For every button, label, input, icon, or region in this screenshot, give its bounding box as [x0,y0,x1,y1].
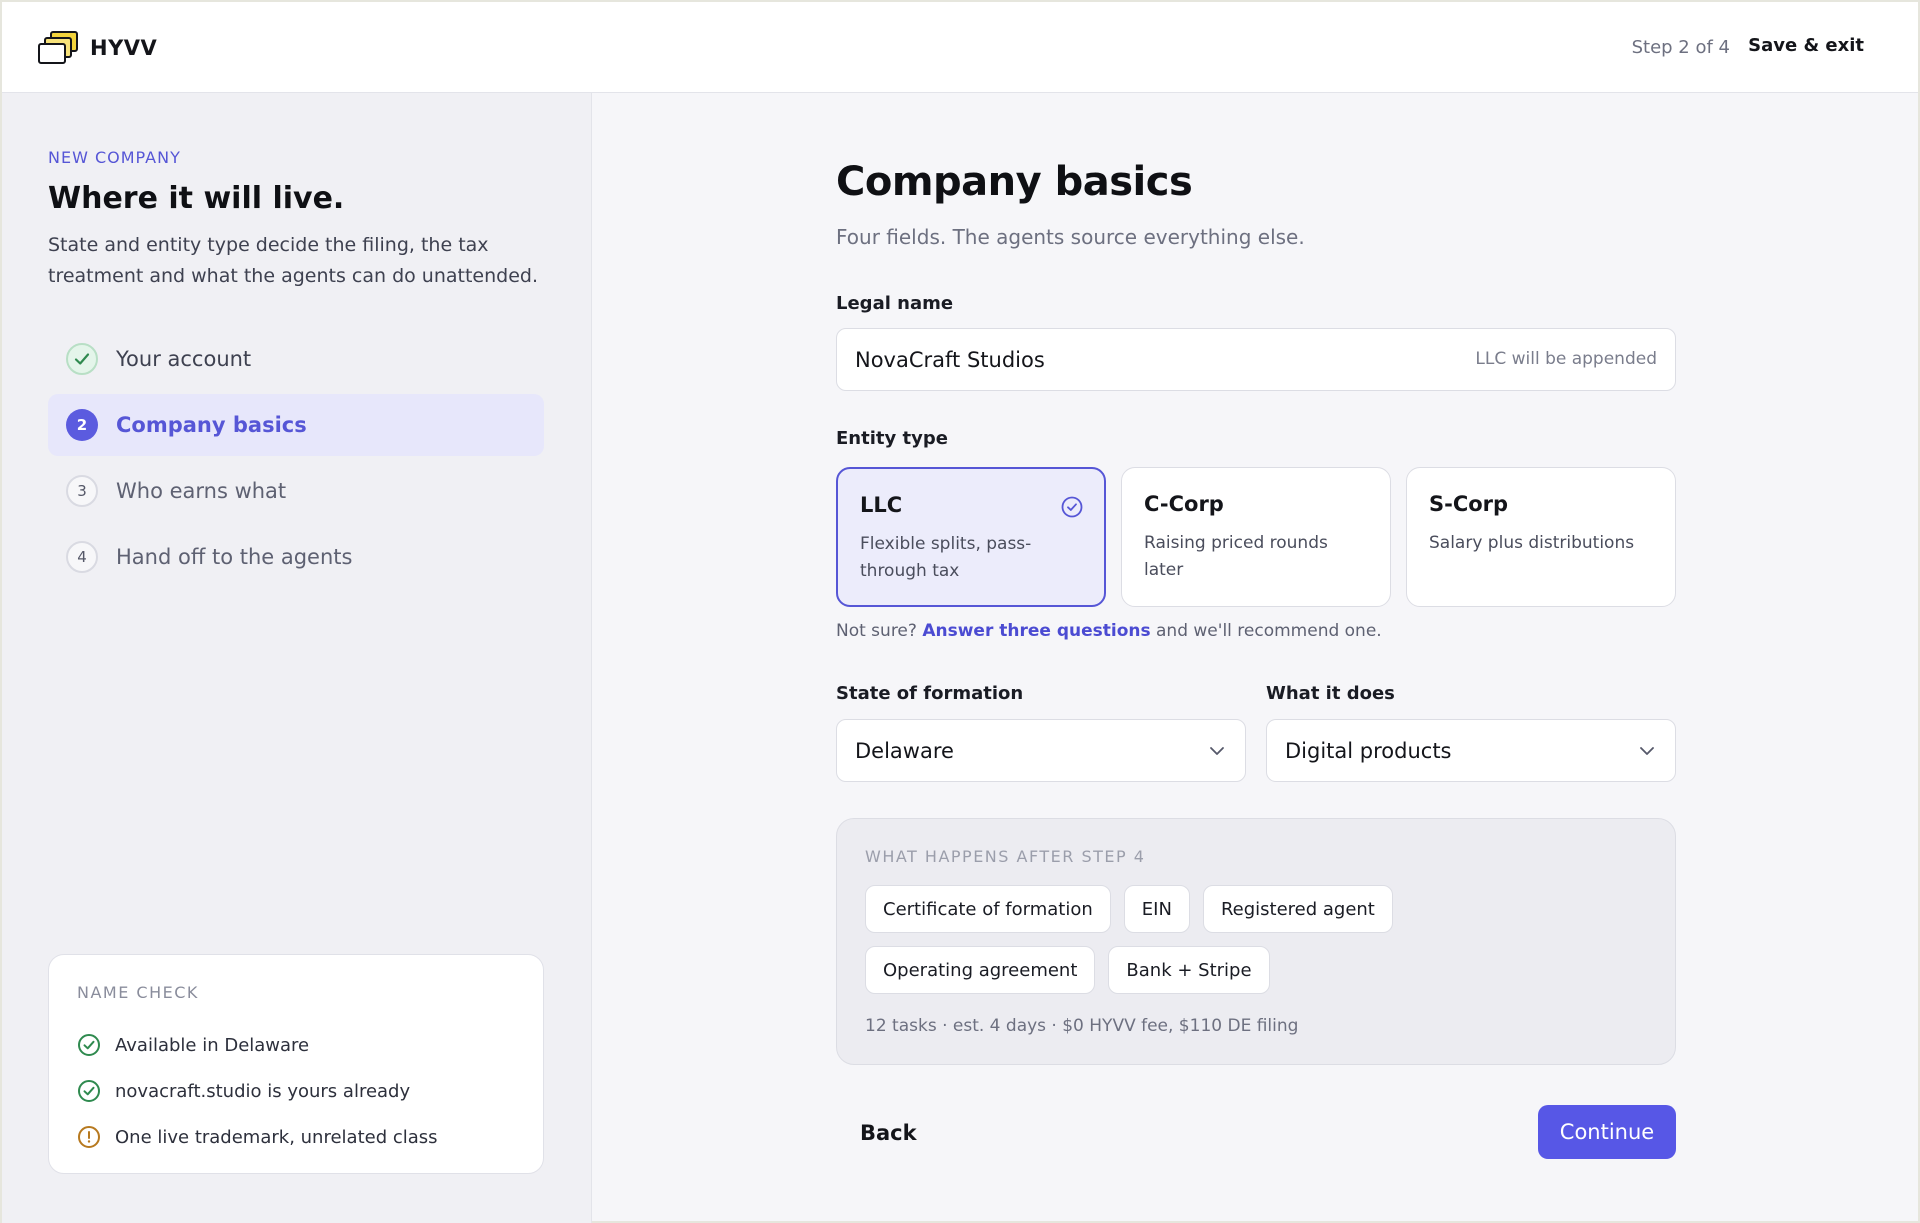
step-status-done [66,343,98,375]
chevron-down-icon [1640,747,1654,755]
check-circle-icon [78,1034,100,1056]
entity-option-name: LLC [860,493,903,517]
brand[interactable]: HYVV [38,30,157,66]
step-item-who-earns-what[interactable]: 3 Who earns what [48,460,544,522]
name-check-item: novacraft.studio is yours already [77,1068,515,1114]
deliverable-chips: Certificate of formation EIN Registered … [865,885,1625,994]
step-item-company-basics[interactable]: 2 Company basics [48,394,544,456]
step-label: Company basics [116,413,307,437]
state-select[interactable]: Delaware [836,719,1246,782]
back-button[interactable]: Back [860,1121,917,1145]
page-subtitle: Four fields. The agents source everythin… [836,225,1305,249]
state-label: State of formation [836,683,1024,704]
entity-option-name: C-Corp [1144,492,1224,516]
step-item-hand-off[interactable]: 4 Hand off to the agents [48,526,544,588]
step-list: Your account 2 Company basics 3 Who earn… [48,328,544,592]
entity-option-c-corp[interactable]: C-Corp Raising priced rounds later [1121,467,1391,607]
deliverable-chip: Operating agreement [865,946,1096,994]
deliverable-chip: Certificate of formation [865,885,1111,933]
name-check-text: One live trademark, unrelated class [115,1126,438,1148]
top-bar: HYVV Step 2 of 4 Save & exit [2,2,1918,93]
sidebar-kicker: NEW COMPANY [48,148,181,167]
page-title: Company basics [836,159,1193,205]
legal-name-input[interactable] [855,329,1455,390]
sidebar-description: State and entity type decide the filing,… [48,234,539,287]
entity-help-prefix: Not sure? [836,621,917,641]
what-it-does-label: What it does [1266,683,1395,704]
what-it-does-value: Digital products [1285,738,1452,763]
legal-name-field[interactable]: LLC will be appended [836,328,1676,391]
after-step-panel: WHAT HAPPENS AFTER STEP 4 Certificate of… [836,818,1676,1065]
after-step-summary: 12 tasks · est. 4 days · $0 HYVV fee, $1… [865,1016,1299,1036]
name-check-text: novacraft.studio is yours already [115,1080,411,1102]
name-check-panel: NAME CHECK Available in Delaware novacra… [48,954,544,1174]
continue-button[interactable]: Continue [1538,1105,1676,1159]
legal-name-hint: LLC will be appended [1475,349,1657,369]
entity-option-llc[interactable]: LLC Flexible splits, pass-through tax [836,467,1106,607]
app-window: HYVV Step 2 of 4 Save & exit NEW COMPANY… [0,0,1920,1223]
deliverable-chip: Registered agent [1202,885,1393,933]
name-check-text: Available in Delaware [115,1034,310,1056]
entity-option-name: S-Corp [1429,492,1509,516]
step-label: Hand off to the agents [116,545,353,569]
alert-circle-icon [78,1126,100,1148]
name-check-item: One live trademark, unrelated class [77,1114,515,1160]
entity-option-description: Flexible splits, pass-through tax [860,534,1032,581]
step-label: Who earns what [116,479,287,503]
entity-type-options: LLC Flexible splits, pass-through tax C-… [836,467,1676,607]
state-value: Delaware [855,738,954,763]
save-exit-button[interactable]: Save & exit [1748,35,1864,56]
chevron-down-icon [1210,747,1224,755]
step-number: 4 [66,541,98,573]
legal-name-label: Legal name [836,293,954,314]
what-it-does-select[interactable]: Digital products [1266,719,1676,782]
check-circle-icon [78,1080,100,1102]
after-step-title: WHAT HAPPENS AFTER STEP 4 [865,847,1146,866]
check-icon [74,353,90,365]
deliverable-chip: EIN [1123,885,1190,933]
step-label: Your account [116,347,252,371]
entity-option-s-corp[interactable]: S-Corp Salary plus distributions [1406,467,1676,607]
sidebar-title: Where it will live. [48,181,345,216]
name-check-item: Available in Delaware [77,1022,515,1068]
deliverable-chip: Bank + Stripe [1108,946,1270,994]
step-indicator: Step 2 of 4 [1631,37,1730,58]
name-check-title: NAME CHECK [77,983,199,1002]
selected-check-icon [1061,496,1083,518]
step-number: 3 [66,475,98,507]
entity-help-text: Not sure? Answer three questions and we'… [836,621,1382,641]
sidebar: NEW COMPANY Where it will live. State an… [2,93,592,1223]
step-number: 2 [66,409,98,441]
brand-name: HYVV [90,36,158,60]
stacked-windows-icon [38,31,78,64]
step-item-your-account[interactable]: Your account [48,328,544,390]
entity-option-description: Raising priced rounds later [1144,533,1328,580]
entity-type-label: Entity type [836,428,948,449]
answer-questions-link[interactable]: Answer three questions [922,621,1150,641]
entity-option-description: Salary plus distributions [1429,533,1635,553]
entity-help-suffix: and we'll recommend one. [1156,621,1382,641]
